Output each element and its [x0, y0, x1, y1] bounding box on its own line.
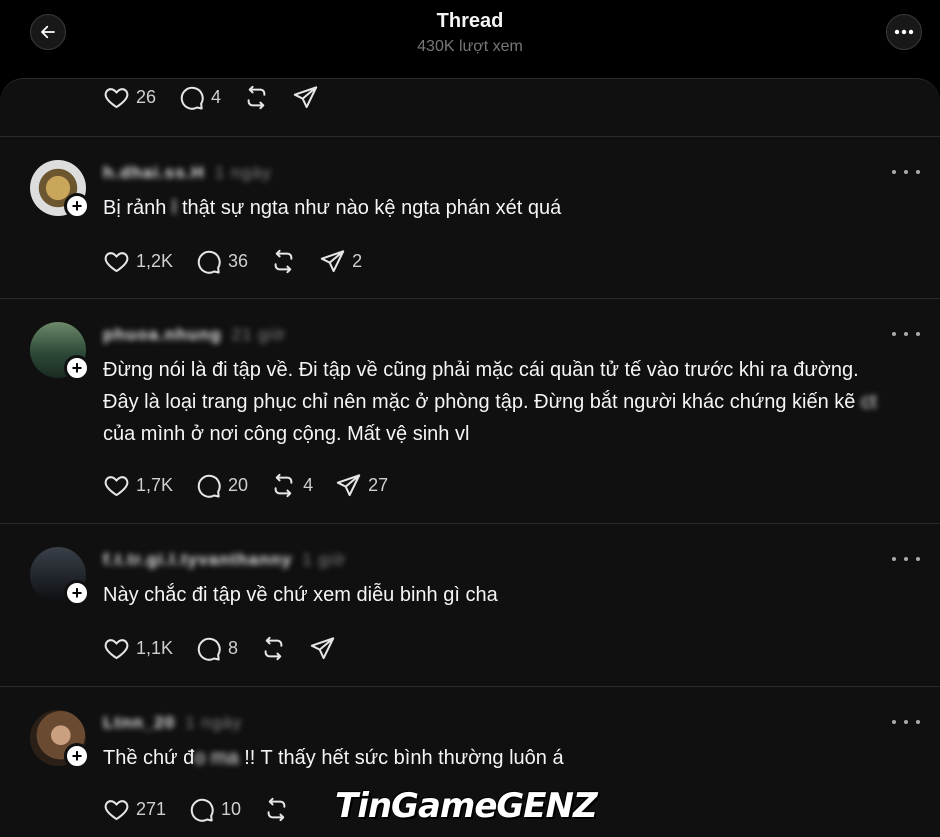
post-item: + phuoa.nhung 21 giờ Đừng nói là đi tập v… — [0, 298, 940, 523]
follow-plus-icon[interactable]: + — [64, 193, 90, 219]
share-icon — [310, 636, 335, 659]
post-more-icon[interactable] — [892, 712, 920, 732]
post-more-icon[interactable] — [892, 549, 920, 569]
share-button[interactable] — [292, 84, 319, 111]
post-text: Bị rảnh l thật sự ngta như nào kệ ngta p… — [103, 197, 562, 219]
follow-plus-icon[interactable]: + — [64, 355, 90, 381]
post-item: + f.t.tr.gi.l.tyvanthanny 1 giờ Này chắc … — [0, 523, 940, 686]
post-more-icon[interactable] — [892, 162, 920, 182]
heart-icon — [104, 87, 129, 108]
username[interactable]: Ltnn_20 1 ngày — [103, 713, 242, 733]
comment-icon — [190, 798, 214, 822]
parent-actions: 26 4 — [103, 84, 341, 110]
username[interactable]: phuoa.nhung 21 giờ — [103, 325, 286, 345]
post-actions: 1,1K 8 — [103, 635, 358, 661]
repost-icon — [267, 797, 286, 821]
like-button[interactable]: 1,2K — [103, 248, 173, 275]
heart-icon — [104, 638, 129, 659]
comment-icon — [197, 250, 221, 274]
like-button[interactable]: 1,1K — [103, 635, 173, 662]
like-button[interactable]: 271 — [103, 796, 166, 823]
reply-button[interactable]: 4 — [178, 84, 221, 111]
repost-icon — [264, 636, 283, 660]
reply-button[interactable]: 36 — [195, 248, 248, 275]
post-item: + h.dhai.ss.H 1 ngày Bị rảnh l thật sự ng… — [0, 136, 940, 298]
repost-icon — [247, 85, 266, 109]
share-button[interactable]: 27 — [335, 472, 388, 499]
reply-button[interactable]: 10 — [188, 796, 241, 823]
heart-icon — [104, 799, 129, 820]
share-button[interactable]: 2 — [319, 248, 362, 275]
repost-icon — [274, 249, 293, 273]
follow-plus-icon[interactable]: + — [64, 580, 90, 606]
username[interactable]: f.t.tr.gi.l.tyvanthanny 1 giờ — [103, 550, 346, 570]
repost-button[interactable] — [260, 635, 287, 662]
header-bar: Thread 430K lượt xem — [0, 0, 940, 80]
heart-icon — [104, 251, 129, 272]
share-button[interactable] — [309, 635, 336, 662]
view-count: 430K lượt xem — [417, 38, 523, 55]
username[interactable]: h.dhai.ss.H 1 ngày — [103, 163, 272, 183]
repost-button[interactable] — [263, 796, 290, 823]
follow-plus-icon[interactable]: + — [64, 743, 90, 769]
post-actions: 1,2K 36 2 — [103, 248, 384, 274]
heart-icon — [104, 475, 129, 496]
like-button[interactable]: 26 — [103, 84, 156, 111]
repost-button[interactable] — [243, 84, 270, 111]
more-icon — [894, 29, 914, 35]
repost-button[interactable]: 4 — [270, 472, 313, 499]
post-text: Đừng nói là đi tập về. Đi tập về cũng ph… — [103, 359, 877, 445]
post-actions: 271 10 — [103, 796, 312, 822]
more-options-button[interactable] — [886, 14, 922, 50]
post-more-icon[interactable] — [892, 324, 920, 344]
comment-icon — [197, 474, 221, 498]
reply-button[interactable]: 8 — [195, 635, 238, 662]
page-title: Thread — [436, 10, 504, 32]
post-text: Thề chứ đo ma !! T thấy hết sức bình thư… — [103, 747, 564, 769]
share-icon — [293, 85, 318, 108]
comment-icon — [197, 637, 221, 661]
reply-button[interactable]: 20 — [195, 472, 248, 499]
like-button[interactable]: 1,7K — [103, 472, 173, 499]
comment-icon — [180, 86, 204, 110]
post-actions: 1,7K 20 4 27 — [103, 472, 410, 498]
share-icon — [320, 249, 345, 272]
repost-icon — [274, 473, 293, 497]
watermark-logo: TinGameGENZ — [335, 786, 598, 826]
repost-button[interactable] — [270, 248, 297, 275]
share-icon — [336, 473, 361, 496]
post-text: Này chắc đi tập về chứ xem diễu binh gì … — [103, 584, 498, 606]
